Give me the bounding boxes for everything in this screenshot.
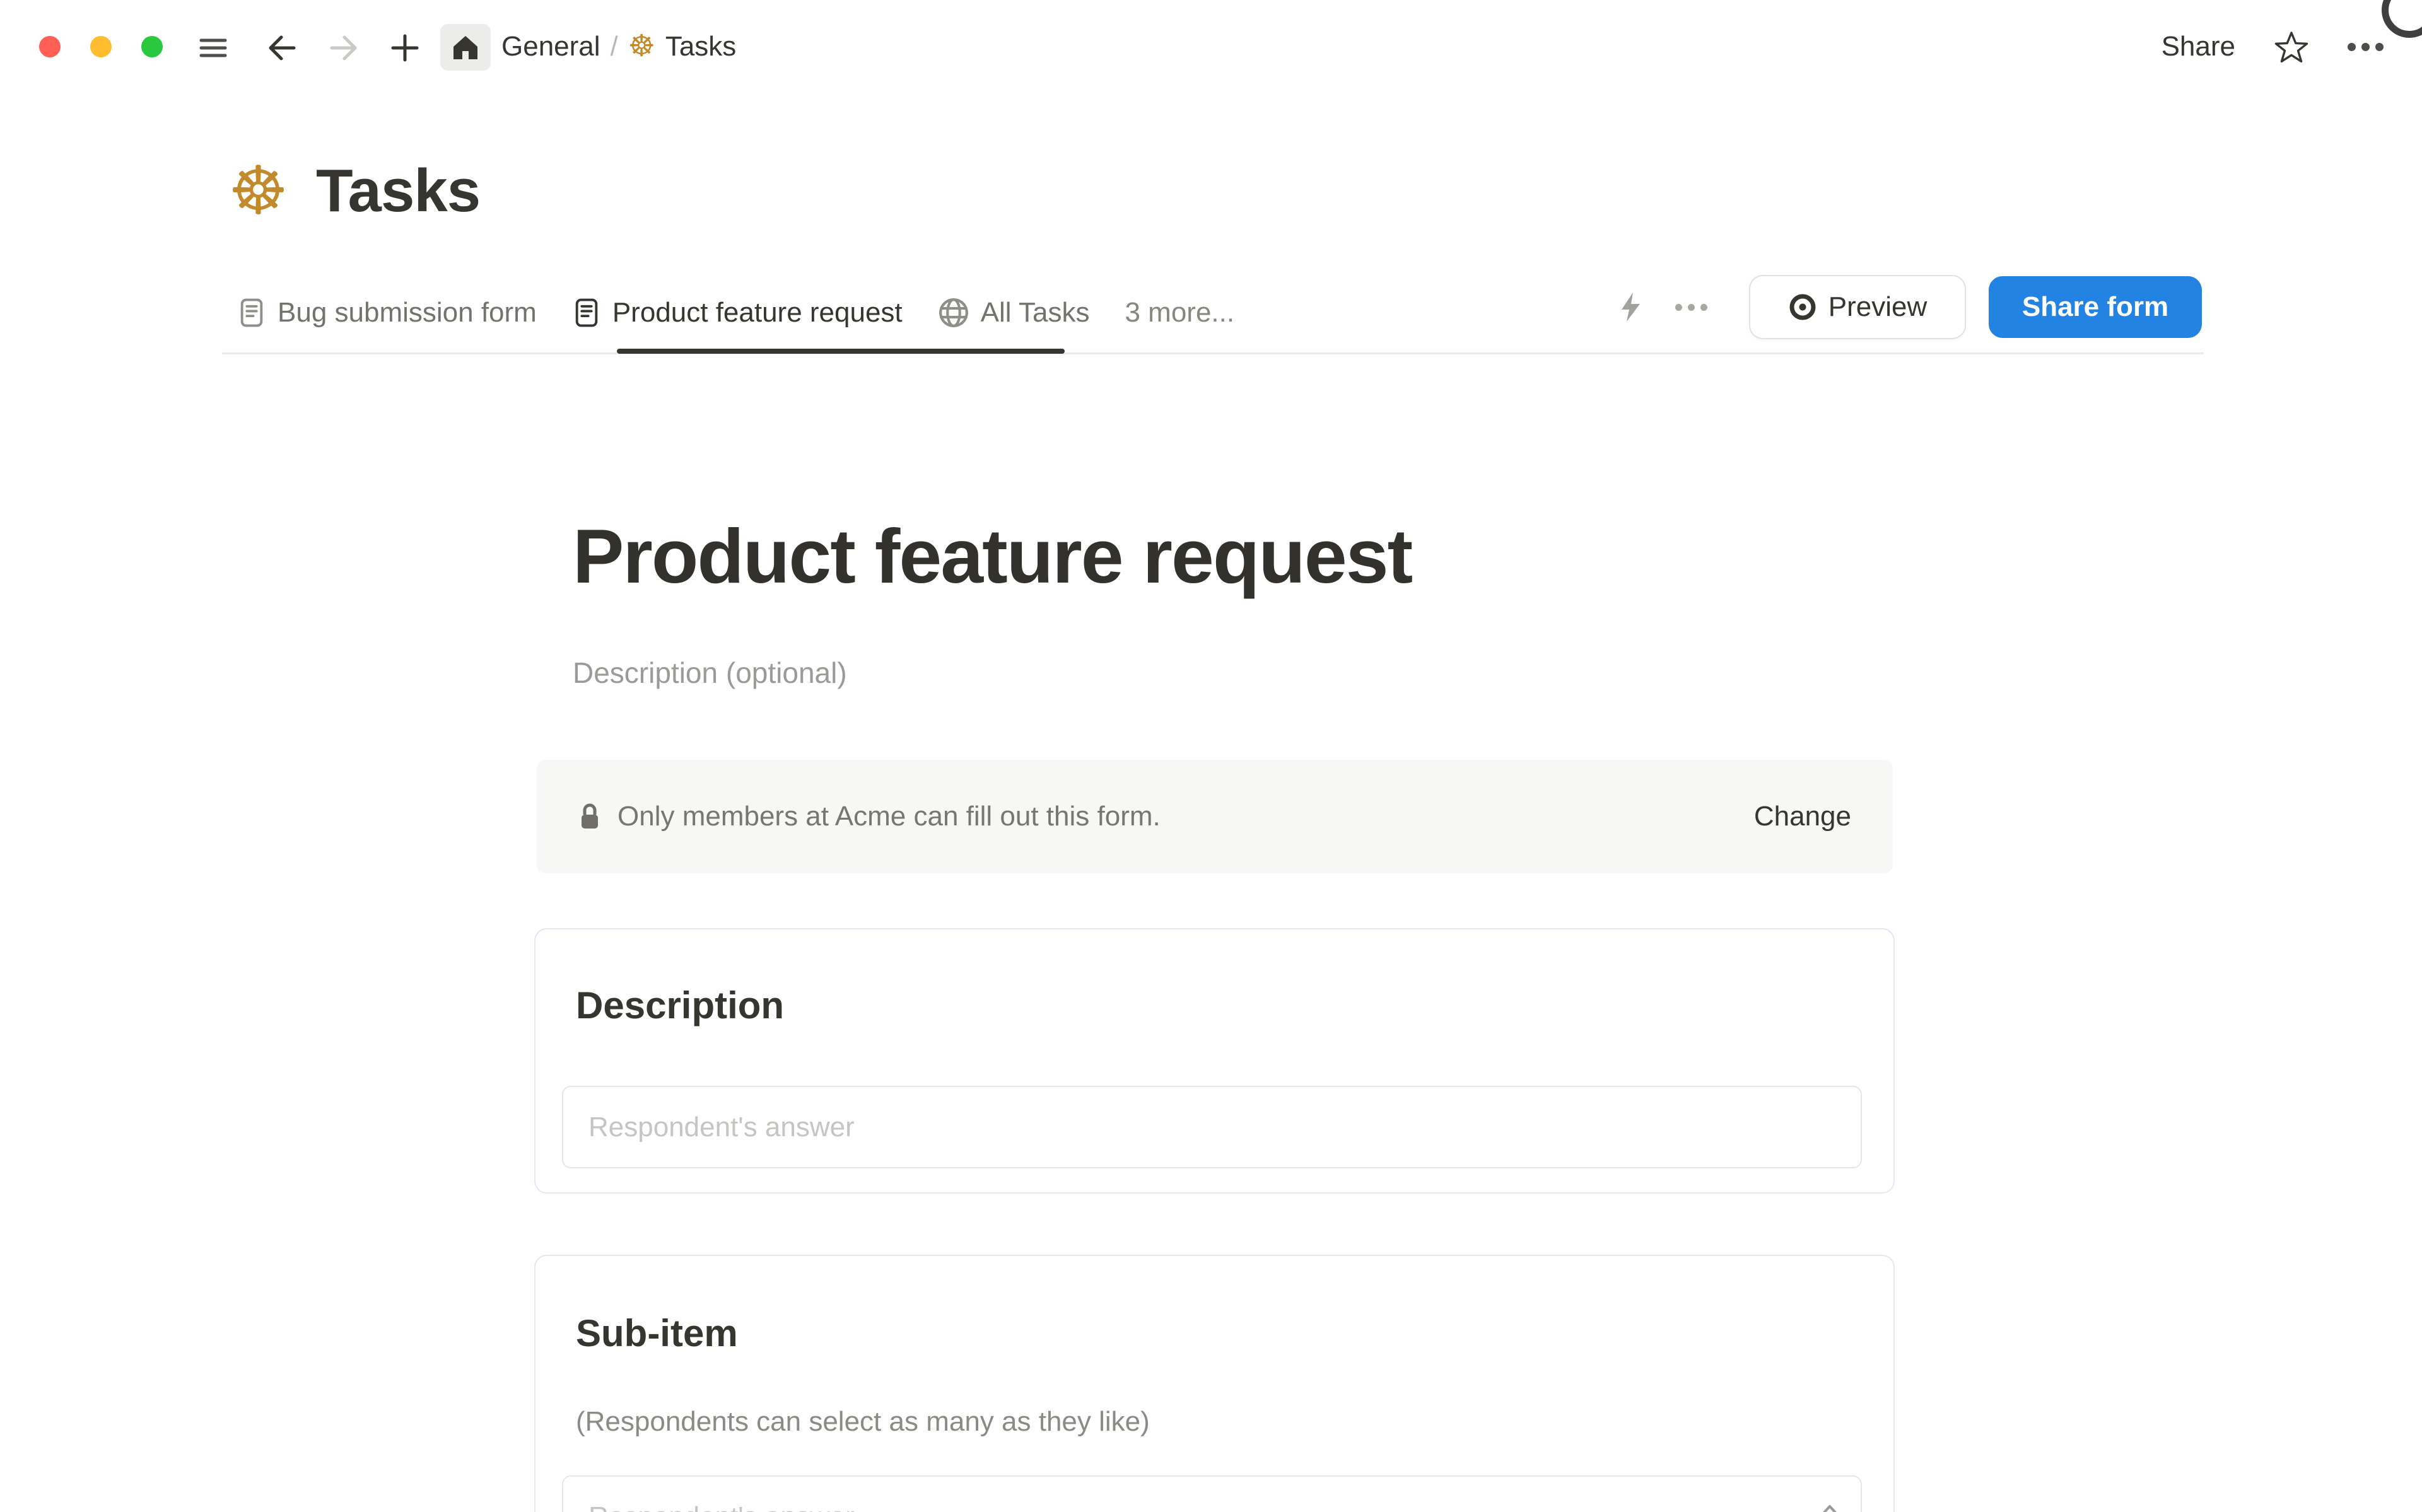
tab-product-feature-request[interactable]: Product feature request — [572, 297, 903, 329]
lock-icon — [578, 802, 601, 831]
back-arrow-icon[interactable] — [265, 32, 298, 64]
ship-wheel-icon: ☸ — [628, 30, 655, 63]
forward-arrow-icon[interactable] — [328, 32, 361, 64]
share-form-button[interactable]: Share form — [1989, 276, 2202, 338]
selector-chevron-icon[interactable] — [1820, 1503, 1839, 1512]
toolbar: General / ☸ Tasks Share — [0, 0, 2422, 95]
tabs-divider — [222, 352, 2204, 354]
page-ship-wheel-icon[interactable]: ☸ — [228, 158, 288, 224]
field-hint: (Respondents can select as many as they … — [576, 1406, 1150, 1437]
active-tab-underline — [617, 349, 1065, 354]
favorite-star-icon[interactable] — [2274, 30, 2308, 64]
form-doc-icon — [572, 298, 601, 327]
form-doc-icon — [237, 298, 266, 327]
form-description-placeholder[interactable]: Description (optional) — [573, 656, 847, 690]
tabs-more-label: 3 more... — [1125, 297, 1235, 328]
form-title[interactable]: Product feature request — [573, 512, 1413, 600]
window-close-button[interactable] — [39, 36, 61, 57]
breadcrumb: General / ☸ Tasks — [501, 0, 736, 93]
preview-eye-icon — [1788, 293, 1817, 322]
tab-label: Product feature request — [612, 297, 903, 328]
share-form-label: Share form — [2021, 291, 2169, 322]
notion-window: General / ☸ Tasks Share ☸ Tasks Bug subm… — [0, 0, 2422, 1512]
globe-icon — [938, 297, 969, 329]
access-notice: Only members at Acme can fill out this f… — [537, 760, 1893, 873]
breadcrumb-page[interactable]: Tasks — [665, 31, 736, 62]
page-title: Tasks — [316, 157, 481, 224]
description-answer-input[interactable] — [562, 1086, 1862, 1168]
page-head: ☸ Tasks — [228, 156, 481, 226]
access-notice-text: Only members at Acme can fill out this f… — [617, 801, 1161, 832]
home-button[interactable] — [440, 24, 491, 71]
tab-bug-submission-form[interactable]: Bug submission form — [237, 297, 537, 329]
tab-label: Bug submission form — [278, 297, 537, 328]
screen-corner-artifact — [2382, 0, 2422, 38]
breadcrumb-separator: / — [610, 31, 618, 62]
new-page-plus-icon[interactable] — [389, 32, 421, 64]
automation-lightning-icon[interactable] — [1615, 291, 1647, 323]
tab-all-tasks[interactable]: All Tasks — [938, 297, 1090, 329]
field-label[interactable]: Sub-item — [576, 1311, 738, 1355]
sidebar-menu-icon[interactable] — [197, 32, 230, 64]
tab-label: All Tasks — [980, 297, 1090, 328]
more-options-icon[interactable] — [2348, 42, 2384, 51]
view-tabs: Bug submission form Product feature requ… — [237, 289, 1234, 337]
toolbar-right: Share — [2162, 0, 2384, 93]
preview-button[interactable]: Preview — [1749, 275, 1966, 339]
view-options-icon[interactable] — [1675, 303, 1707, 311]
breadcrumb-workspace[interactable]: General — [501, 31, 600, 62]
window-minimize-button[interactable] — [90, 36, 112, 57]
tab-actions: Preview Share form — [1615, 275, 2202, 339]
field-label[interactable]: Description — [576, 984, 784, 1027]
home-icon — [451, 33, 480, 62]
share-button[interactable]: Share — [2162, 31, 2235, 62]
preview-label: Preview — [1828, 291, 1928, 322]
field-card-description: Description — [534, 928, 1895, 1194]
window-zoom-button[interactable] — [141, 36, 163, 57]
tabs-more-button[interactable]: 3 more... — [1125, 297, 1234, 329]
sub-item-answer-input[interactable] — [562, 1475, 1862, 1512]
field-card-sub-item: Sub-item (Respondents can select as many… — [534, 1255, 1895, 1512]
access-change-button[interactable]: Change — [1754, 801, 1851, 832]
